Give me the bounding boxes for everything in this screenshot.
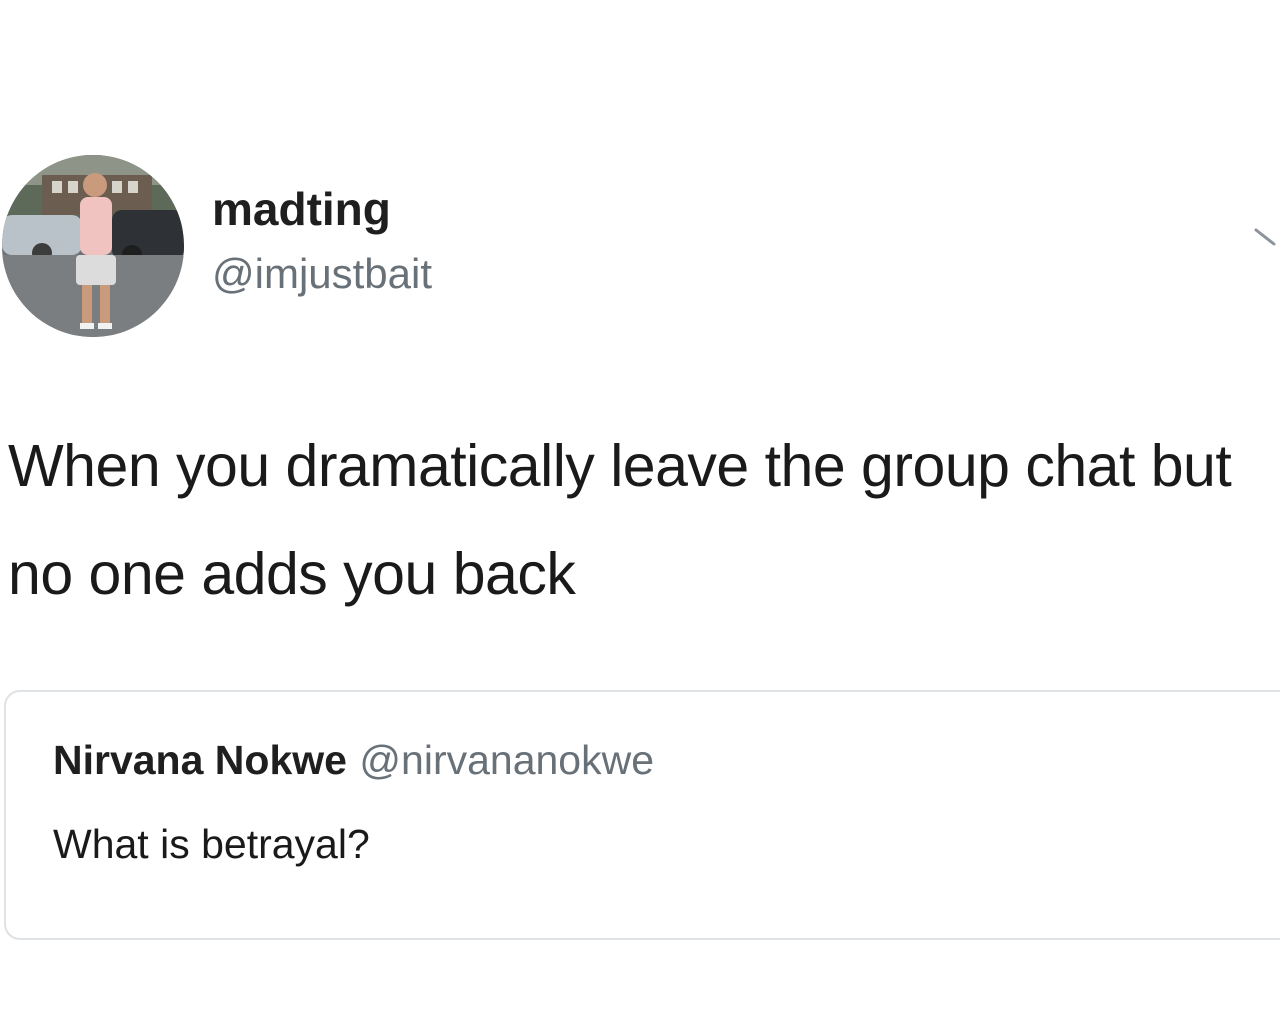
quoted-tweet-text: What is betrayal? [53,821,370,867]
avatar-photo [2,155,184,337]
author-name[interactable]: madting [212,181,391,237]
quoted-author-name: Nirvana Nokwe [53,737,347,783]
author-handle[interactable]: @imjustbait [212,247,432,301]
quoted-tweet-header: Nirvana Nokwe @nirvananokwe [53,732,654,798]
chevron-down-icon[interactable] [1254,200,1280,246]
quoted-author-handle: @nirvananokwe [359,737,655,783]
avatar[interactable] [2,155,184,337]
tweet-text: When you dramatically leave the group ch… [8,433,1232,607]
quoted-tweet-card[interactable]: Nirvana Nokwe @nirvananokwe What is betr… [4,690,1280,940]
tweet: madting @imjustbait When you dramaticall… [0,0,1280,1020]
